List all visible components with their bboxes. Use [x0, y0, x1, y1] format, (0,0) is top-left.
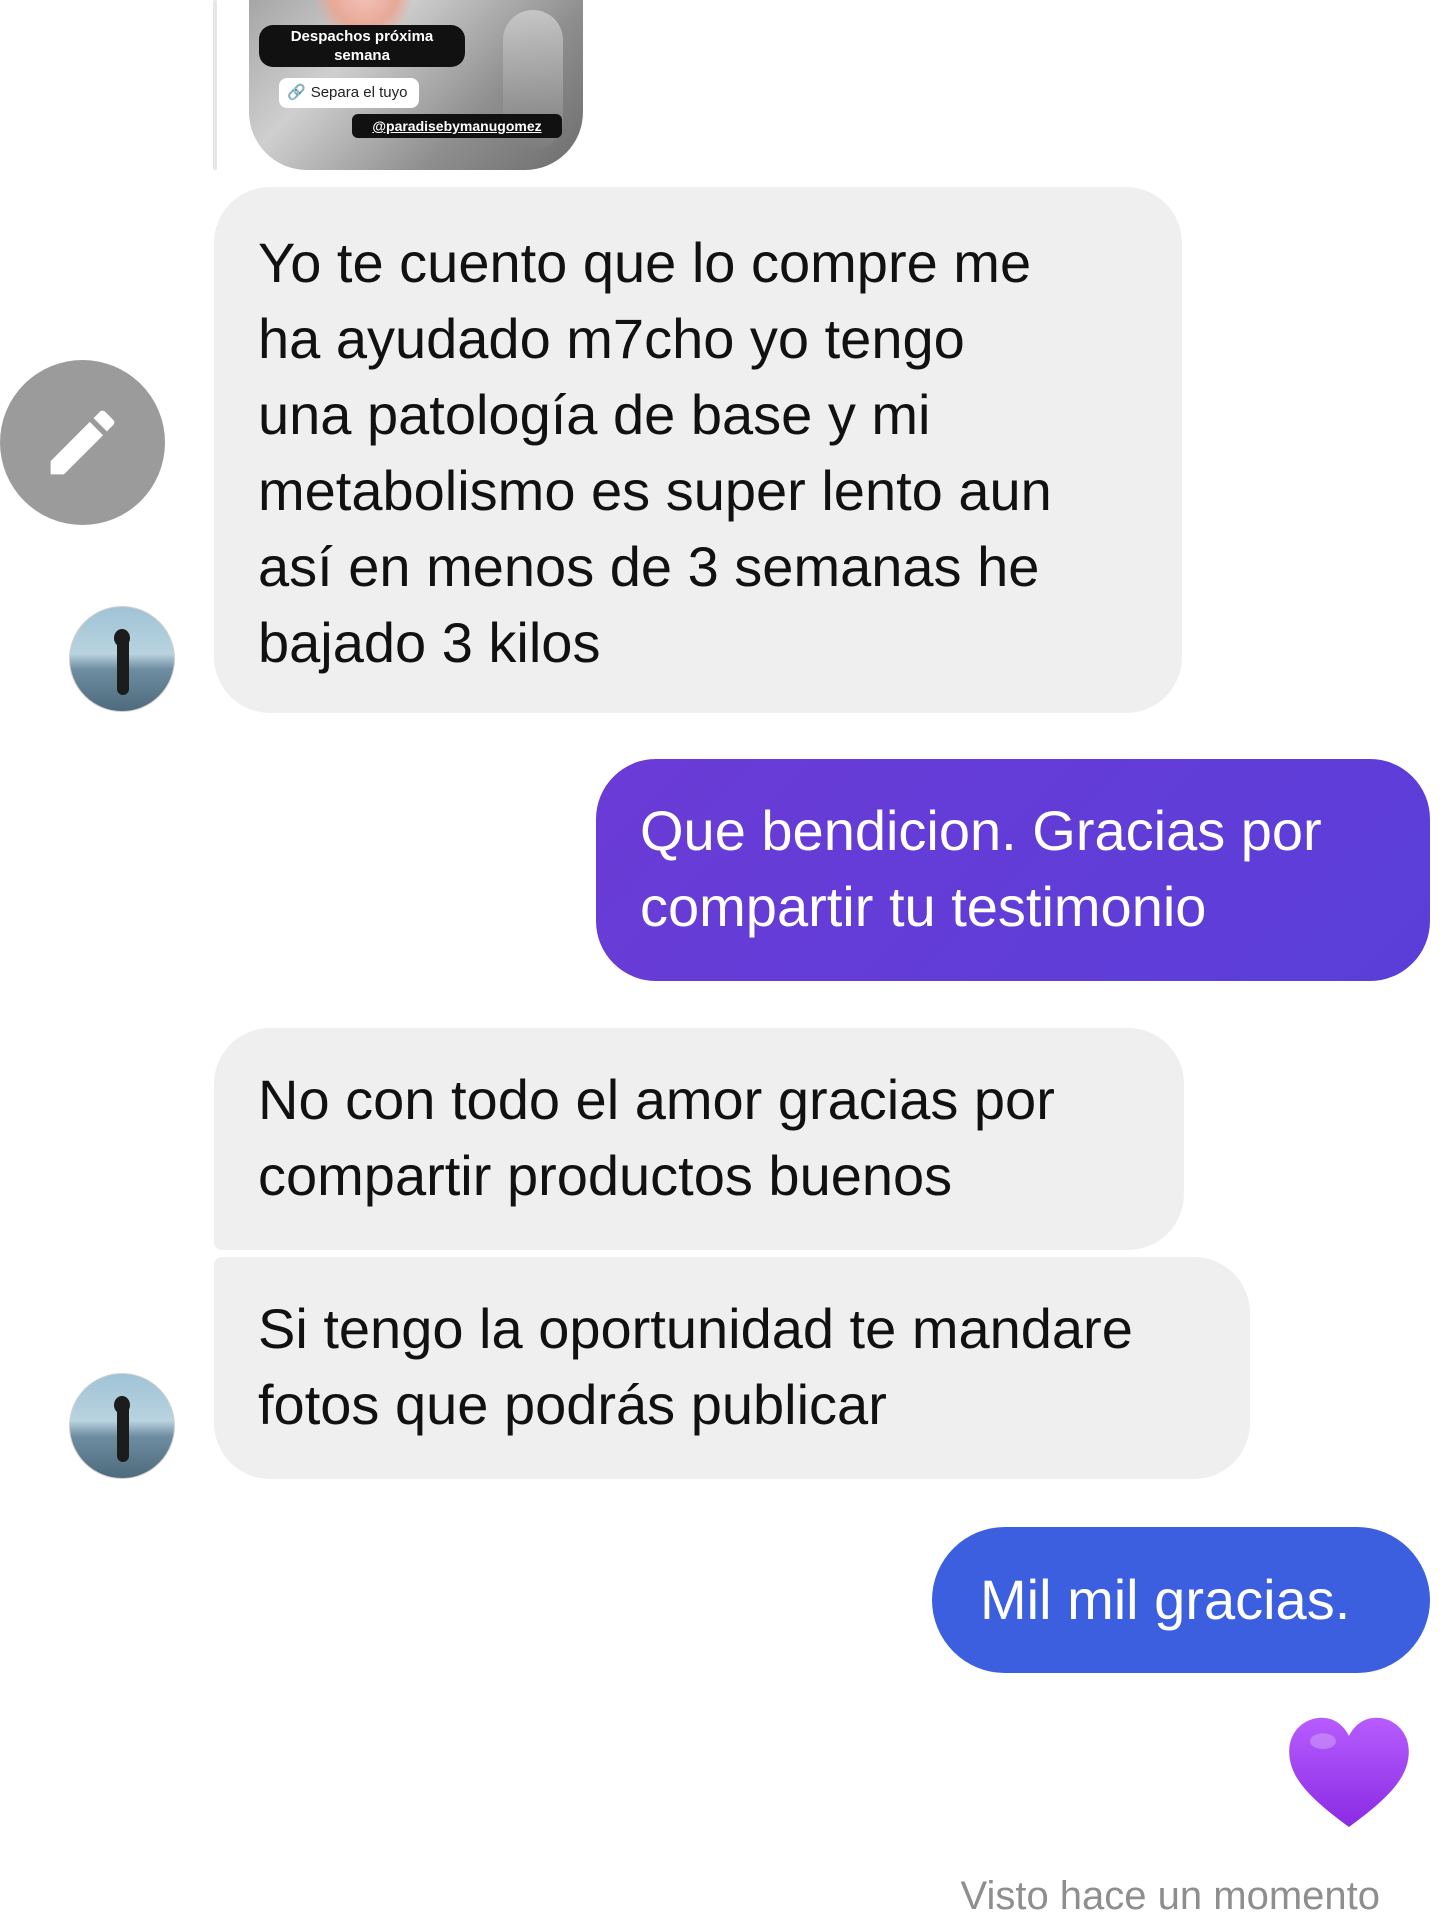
- message-bubble-incoming[interactable]: Si tengo la oportunidad te mandare fotos…: [214, 1257, 1250, 1479]
- story-caption-line2: semana: [334, 47, 390, 64]
- pencil-icon: [50, 410, 115, 475]
- avatar-figure: [117, 1404, 129, 1462]
- story-mention: @paradisebymanugomez: [352, 114, 562, 138]
- message-text-line: ha ayudado m7cho yo tengo: [258, 307, 965, 370]
- message-text-line: No con todo el amor gracias por: [258, 1068, 1055, 1131]
- reply-indicator-line: [213, 0, 217, 170]
- purple-heart-icon[interactable]: [1284, 1710, 1414, 1840]
- message-text-line: así en menos de 3 semanas he: [258, 535, 1040, 598]
- sender-avatar[interactable]: [69, 606, 175, 712]
- message-text-line: metabolismo es super lento aun: [258, 459, 1052, 522]
- story-reply-thumbnail[interactable]: Despachos próxima semana 🔗 Separa el tuy…: [249, 0, 583, 170]
- message-text-line: compartir productos buenos: [258, 1144, 953, 1207]
- message-text-line: Que bendicion. Gracias por: [640, 799, 1322, 862]
- story-link-label: Separa el tuyo: [310, 84, 408, 101]
- message-bubble-outgoing[interactable]: Que bendicion. Gracias por compartir tu …: [596, 759, 1430, 981]
- message-bubble-outgoing[interactable]: Mil mil gracias.: [932, 1527, 1430, 1673]
- seen-status: Visto hace un momento: [960, 1874, 1380, 1918]
- message-text-line: fotos que podrás publicar: [258, 1373, 887, 1436]
- avatar-figure: [117, 637, 129, 695]
- message-bubble-incoming[interactable]: No con todo el amor gracias por comparti…: [214, 1028, 1184, 1250]
- message-text-line: Yo te cuento que lo compre me: [258, 231, 1032, 294]
- message-text-line: bajado 3 kilos: [258, 611, 601, 674]
- heart-shape: [1289, 1717, 1409, 1827]
- message-text-line: compartir tu testimonio: [640, 875, 1207, 938]
- story-caption-tag: Despachos próxima semana: [259, 25, 465, 67]
- message-text-line: una patología de base y mi: [258, 383, 931, 446]
- story-caption-line1: Despachos próxima: [290, 28, 434, 45]
- message-bubble-incoming[interactable]: Yo te cuento que lo compre me ha ayudado…: [214, 187, 1182, 713]
- link-icon: 🔗: [287, 84, 306, 101]
- sender-avatar[interactable]: [69, 1373, 175, 1479]
- edit-button[interactable]: [0, 360, 165, 525]
- message-text-line: Mil mil gracias.: [980, 1568, 1351, 1631]
- message-text-line: Si tengo la oportunidad te mandare: [258, 1297, 1133, 1360]
- story-link-sticker[interactable]: 🔗 Separa el tuyo: [279, 78, 420, 108]
